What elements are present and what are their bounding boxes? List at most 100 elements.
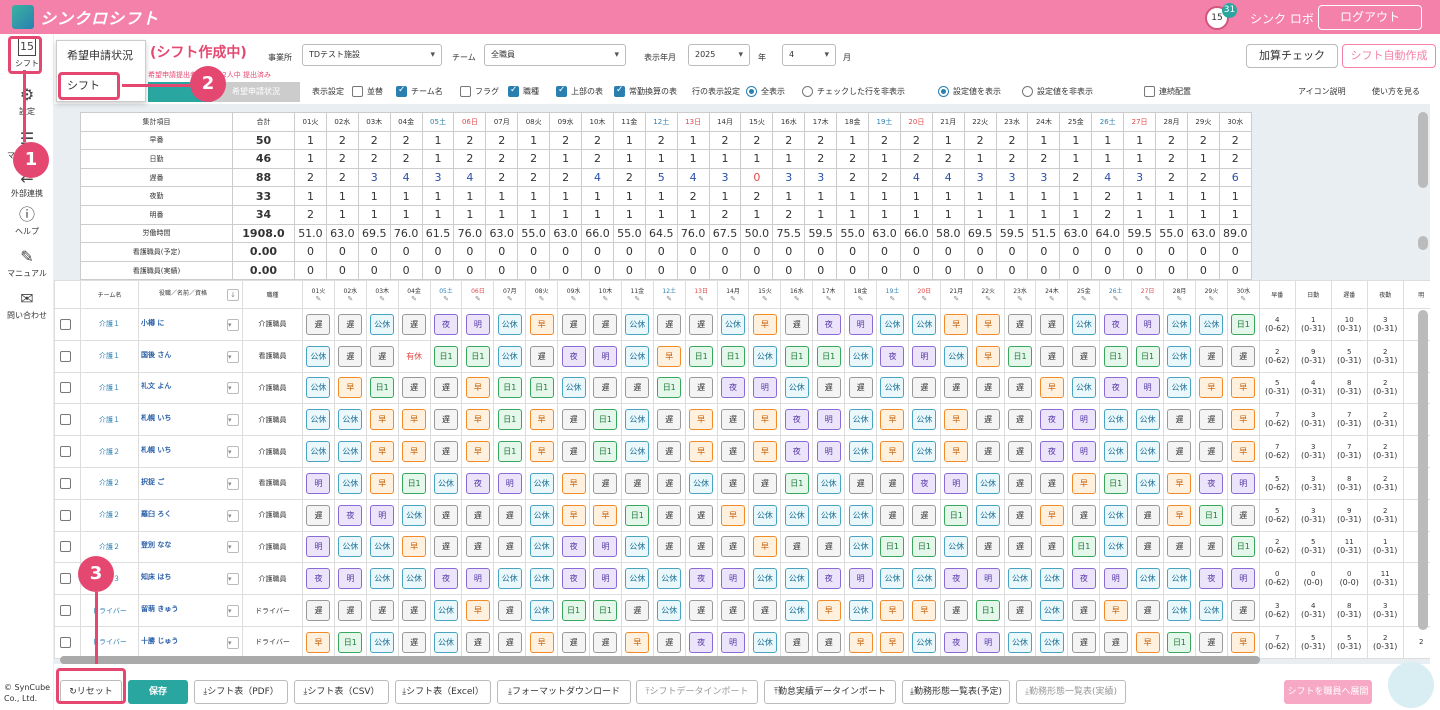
shift-badge[interactable]: 公休 <box>689 472 714 494</box>
shift-cell[interactable]: 早 <box>971 308 1005 341</box>
shift-cell[interactable]: 遅 <box>780 530 814 564</box>
shift-badge[interactable]: 遅 <box>338 313 363 335</box>
shift-badge[interactable]: 早 <box>1103 600 1128 622</box>
staff-name[interactable]: 留萌 きゅう ▾ <box>138 594 243 627</box>
shift-cell[interactable]: 遅 <box>1067 625 1101 659</box>
shift-cell[interactable]: 公休 <box>525 466 559 500</box>
shift-badge[interactable]: 明 <box>338 568 363 590</box>
shift-cell[interactable]: 公休 <box>1163 562 1196 596</box>
shift-badge[interactable]: 日1 <box>721 345 746 367</box>
radio-show-values[interactable]: 設定値を表示 <box>938 86 1001 97</box>
row-select[interactable] <box>54 530 81 564</box>
chevron-down-icon[interactable]: ▾ <box>227 477 239 490</box>
shift-cell[interactable]: 遅 <box>844 466 878 500</box>
shift-cell[interactable]: 早 <box>302 625 335 659</box>
sidebar-item-settings[interactable]: ⚙ 設定 <box>3 86 51 117</box>
staff-name[interactable]: 知床 はち ▾ <box>138 562 243 596</box>
shift-cell[interactable]: 公休 <box>620 403 654 437</box>
shift-badge[interactable]: 遅 <box>593 313 618 335</box>
shift-cell[interactable]: 遅 <box>1226 594 1260 627</box>
shift-badge[interactable]: 早 <box>561 504 586 526</box>
shift-badge[interactable]: 公休 <box>1199 600 1224 622</box>
shift-badge[interactable]: 日1 <box>784 345 809 367</box>
shift-cell[interactable]: 遅 <box>812 625 846 659</box>
shift-cell[interactable]: 日1 <box>1194 498 1228 532</box>
row-select[interactable] <box>54 594 81 627</box>
shift-cell[interactable]: 日1 <box>780 466 814 500</box>
shift-cell[interactable]: 早 <box>748 530 782 564</box>
checkbox[interactable] <box>60 318 71 330</box>
shift-cell[interactable]: 遅 <box>748 466 782 500</box>
sort-icon[interactable]: ↓ <box>227 289 239 301</box>
shift-badge[interactable]: 遅 <box>561 441 586 463</box>
shift-cell[interactable]: 日1 <box>493 371 527 405</box>
shift-cell[interactable]: 夜 <box>1099 308 1133 341</box>
plan-list-button[interactable]: ⤓勤務形態一覧表(予定) <box>902 680 1010 704</box>
shift-cell[interactable]: 公休 <box>302 435 335 468</box>
shift-cell[interactable]: 公休 <box>907 308 941 341</box>
shift-cell[interactable]: 日1 <box>589 403 622 437</box>
shift-badge[interactable]: 遅 <box>912 504 937 526</box>
shift-badge[interactable]: 公休 <box>306 377 331 399</box>
shift-cell[interactable]: 早 <box>525 308 559 341</box>
shift-badge[interactable]: 遅 <box>434 409 458 431</box>
shift-badge[interactable]: 公休 <box>529 472 554 494</box>
shift-cell[interactable]: 公休 <box>525 530 559 564</box>
csv-button[interactable]: ⤓シフト表（CSV） <box>294 680 389 704</box>
shift-badge[interactable]: 遅 <box>657 409 682 431</box>
shift-cell[interactable]: 早 <box>812 594 846 627</box>
shift-badge[interactable]: 日1 <box>976 600 1001 622</box>
shift-cell[interactable]: 遅 <box>684 308 718 341</box>
shift-cell[interactable]: 日1 <box>365 371 399 405</box>
shift-badge[interactable]: 公休 <box>912 631 937 653</box>
shift-cell[interactable]: 早 <box>525 435 559 468</box>
shift-badge[interactable]: 遅 <box>593 631 618 653</box>
shift-cell[interactable]: 日1 <box>1099 466 1133 500</box>
shift-badge[interactable]: 早 <box>593 504 618 526</box>
shift-cell[interactable]: 早 <box>397 435 431 468</box>
shift-badge[interactable]: 夜 <box>944 631 969 653</box>
shift-badge[interactable]: 早 <box>370 409 395 431</box>
shift-badge[interactable]: 明 <box>593 345 618 367</box>
chevron-down-icon[interactable]: ▾ <box>227 636 239 649</box>
shift-badge[interactable]: 遅 <box>561 409 586 431</box>
shift-badge[interactable]: 早 <box>529 313 554 335</box>
shift-badge[interactable]: 明 <box>1135 377 1160 399</box>
shift-cell[interactable]: 遅 <box>1003 594 1037 627</box>
shift-badge[interactable]: 公休 <box>1167 345 1192 367</box>
shift-badge[interactable]: 遅 <box>976 536 1001 558</box>
shift-badge[interactable]: 遅 <box>657 631 682 653</box>
shift-badge[interactable]: 日1 <box>1071 536 1096 558</box>
shift-badge[interactable]: 遅 <box>1231 345 1256 367</box>
shift-badge[interactable]: 早 <box>912 600 937 622</box>
shift-cell[interactable]: 遅 <box>652 530 686 564</box>
howto-link[interactable]: 使い方を見る <box>1372 86 1420 97</box>
staff-name[interactable]: 国後 さん ▾ <box>138 339 243 373</box>
shift-cell[interactable]: 遅 <box>397 308 431 341</box>
shift-badge[interactable]: 夜 <box>880 345 905 367</box>
radio-show-all[interactable]: 全表示 <box>746 86 785 97</box>
shift-cell[interactable]: 夜 <box>939 562 973 596</box>
shift-cell[interactable]: 公休 <box>907 435 941 468</box>
shift-badge[interactable]: 遅 <box>1135 536 1160 558</box>
shift-cell[interactable]: 遅 <box>302 308 335 341</box>
shift-badge[interactable]: 早 <box>529 441 554 463</box>
shift-badge[interactable]: 遅 <box>1008 409 1033 431</box>
shift-cell[interactable]: 遅 <box>1067 498 1101 532</box>
shift-cell[interactable]: 公休 <box>333 530 367 564</box>
shift-badge[interactable]: 公休 <box>1103 409 1128 431</box>
shift-cell[interactable]: 夜 <box>1035 435 1069 468</box>
horizontal-scrollbar[interactable] <box>60 656 1260 664</box>
shift-cell[interactable]: 遅 <box>1003 308 1037 341</box>
shift-badge[interactable]: 遅 <box>1135 504 1160 526</box>
shift-cell[interactable]: 夜 <box>557 339 591 373</box>
shift-cell[interactable]: 遅 <box>652 403 686 437</box>
shift-badge[interactable]: 公休 <box>721 313 746 335</box>
shift-badge[interactable]: 公休 <box>816 472 841 494</box>
shift-cell[interactable]: 公休 <box>780 562 814 596</box>
shift-badge[interactable]: 日1 <box>370 377 395 399</box>
shift-badge[interactable]: 日1 <box>338 631 363 653</box>
shift-badge[interactable]: 夜 <box>912 472 937 494</box>
month-select[interactable]: 4 <box>782 44 836 66</box>
shift-badge[interactable]: 明 <box>1071 441 1096 463</box>
